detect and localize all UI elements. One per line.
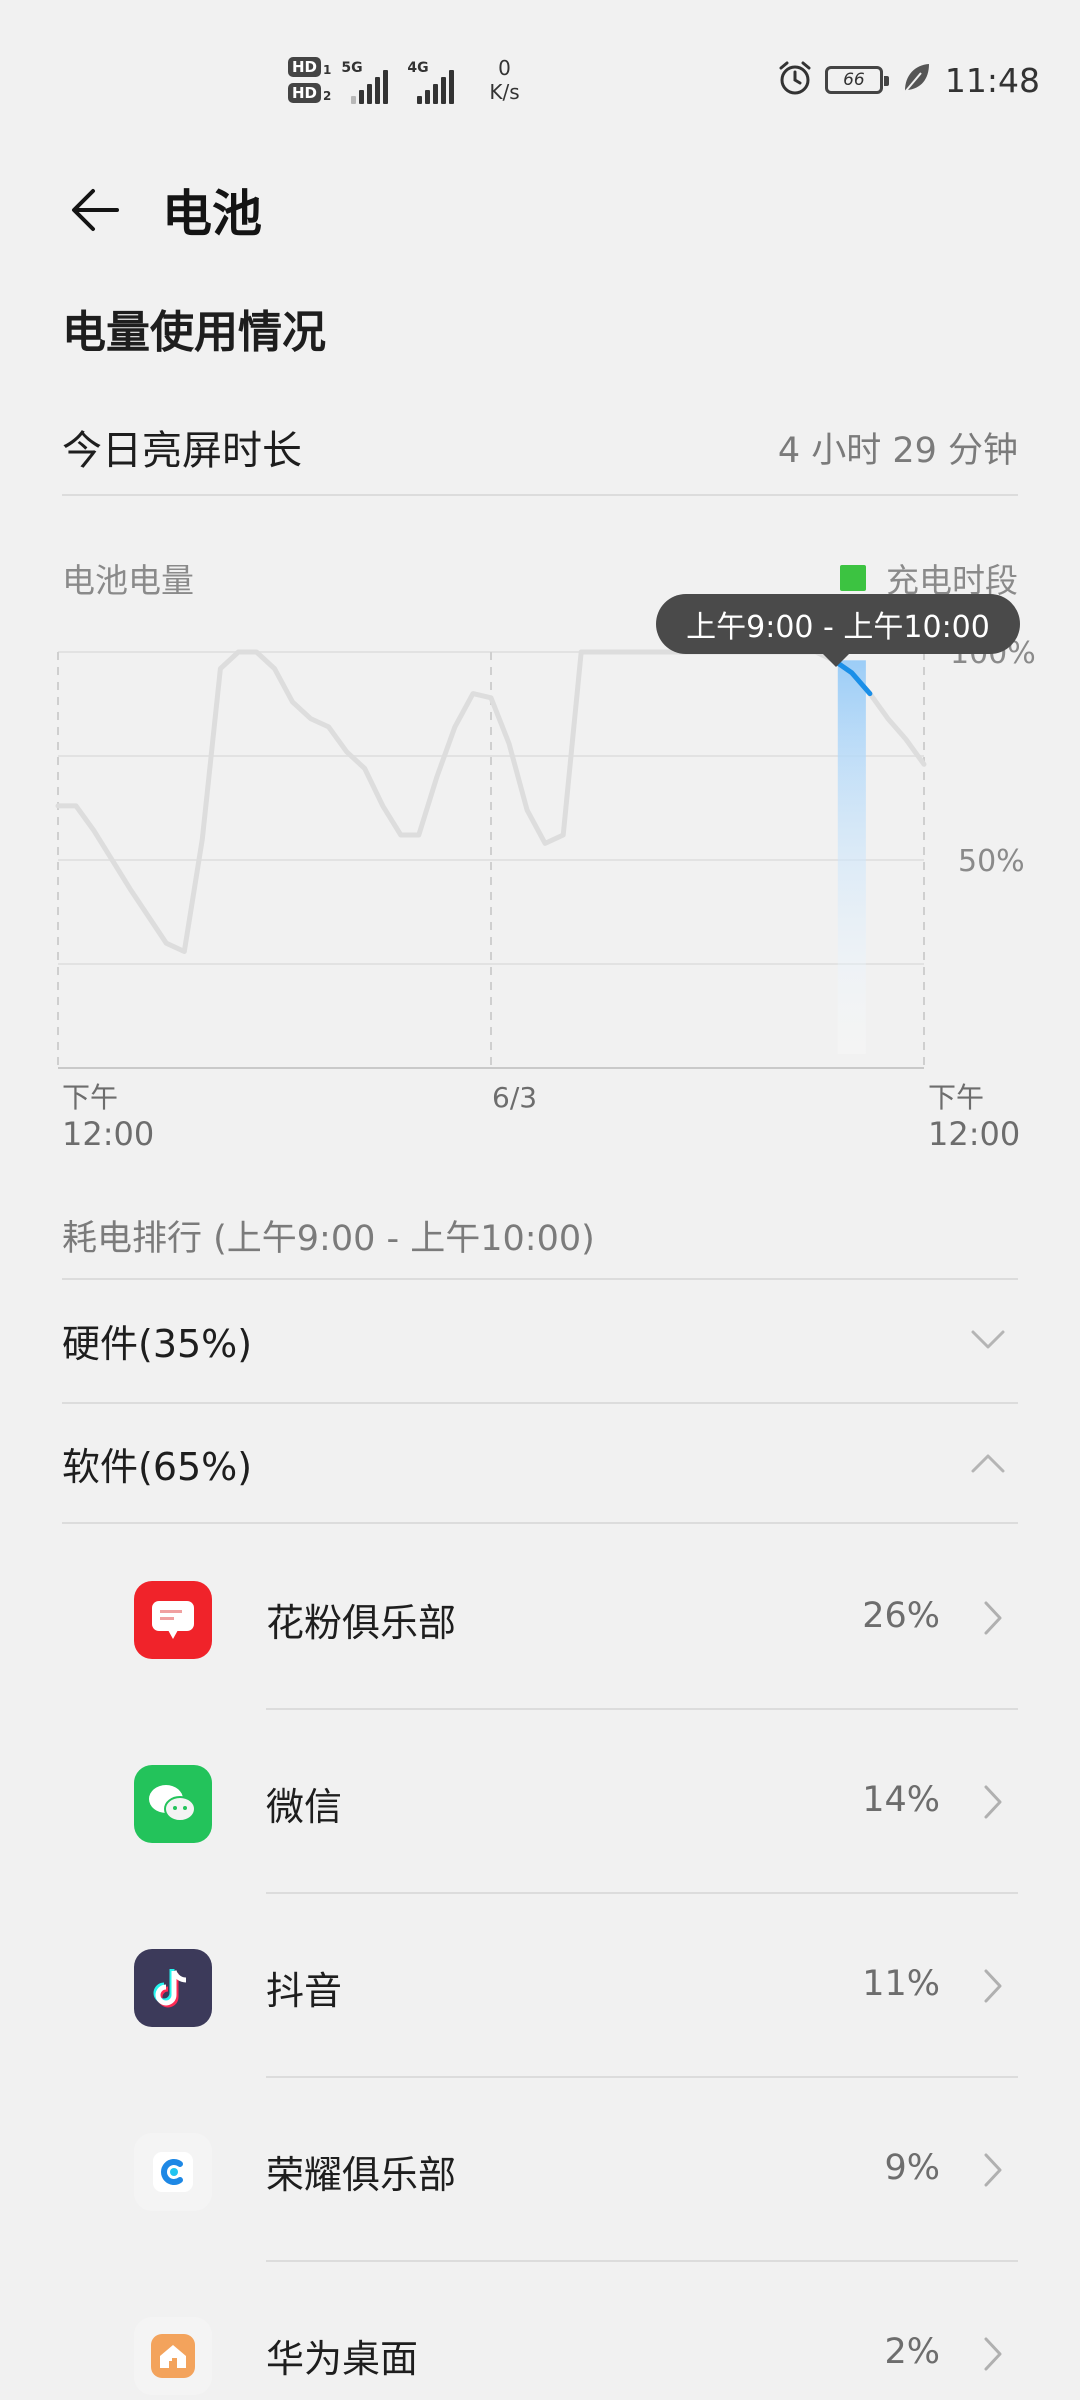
chevron-right-icon (984, 1785, 1002, 1819)
chart-tooltip: 上午9:00 - 上午10:00 (656, 594, 1020, 667)
huafen-club-icon (134, 1581, 212, 1659)
ranking-title: 耗电排行 (上午9:00 - 上午10:00) (62, 1219, 595, 1259)
status-bar: HD 1 HD 2 5G 4G 0 K/s 66 11:48 (0, 0, 1080, 140)
header: 电池 (0, 150, 1080, 270)
signal-5g-icon: 5G (341, 56, 397, 104)
leaf-icon (901, 61, 931, 99)
hardware-group[interactable]: 硬件(35%) (62, 1278, 1018, 1400)
app-row-wechat[interactable]: 微信 14% (0, 1710, 1080, 1894)
app-name: 华为桌面 (266, 2337, 419, 2381)
honor-club-icon (134, 2133, 212, 2211)
app-row-douyin[interactable]: 抖音 11% (0, 1894, 1080, 2078)
app-percent: 9% (884, 2148, 940, 2188)
app-percent: 26% (862, 1596, 940, 1636)
chevron-right-icon (984, 1601, 1002, 1635)
back-button[interactable] (50, 165, 140, 255)
software-group[interactable]: 软件(65%) (62, 1402, 1018, 1524)
app-row-huawei-home[interactable]: 华为桌面 2% (0, 2262, 1080, 2400)
app-name: 微信 (266, 1785, 343, 1829)
x-tick-start: 下午 12:00 (62, 1081, 155, 1153)
huawei-home-icon (134, 2317, 212, 2395)
battery-chart-svg (55, 649, 927, 1069)
y-tick-50: 50% (958, 844, 1025, 879)
screen-time-label: 今日亮屏时长 (62, 428, 302, 474)
douyin-icon (134, 1949, 212, 2027)
screen-time-value: 4 小时 29 分钟 (777, 430, 1018, 471)
software-label: 软件(65%) (62, 1444, 253, 1489)
arrow-left-icon (72, 189, 119, 231)
app-name: 抖音 (266, 1969, 343, 2013)
app-row-honor-club[interactable]: 荣耀俱乐部 9% (0, 2078, 1080, 2262)
app-percent: 11% (862, 1964, 940, 2004)
clock: 11:48 (944, 60, 1040, 100)
selected-column (837, 660, 866, 1054)
app-percent: 2% (884, 2332, 940, 2372)
legend-swatch (840, 565, 866, 591)
hd1-indicator: HD 1 (288, 57, 331, 77)
app-percent: 14% (862, 1780, 940, 1820)
network-speed: 0 K/s (489, 56, 520, 104)
chevron-up-icon (968, 1443, 1008, 1483)
chevron-down-icon (968, 1320, 1008, 1360)
screen-time-row: 今日亮屏时长 4 小时 29 分钟 (62, 400, 1018, 496)
hd2-indicator: HD 2 (288, 83, 331, 103)
battery-icon: 66 (824, 66, 889, 94)
app-row-huafen-club[interactable]: 花粉俱乐部 26% (0, 1526, 1080, 1710)
battery-level-line (55, 649, 927, 954)
x-tick-end: 下午 12:00 (928, 1081, 1021, 1153)
wechat-icon (134, 1765, 212, 1843)
page-title: 电池 (162, 185, 262, 243)
app-name: 花粉俱乐部 (266, 1601, 457, 1645)
chart-label: 电池电量 (62, 561, 194, 600)
x-tick-mid: 6/3 (492, 1081, 538, 1114)
signal-4g-icon: 4G (407, 56, 463, 104)
alarm-icon (775, 58, 815, 102)
battery-chart[interactable] (0, 600, 1080, 1160)
hardware-label: 硬件(35%) (62, 1321, 253, 1366)
section-title: 电量使用情况 (62, 307, 326, 358)
chevron-right-icon (984, 1969, 1002, 2003)
chevron-right-icon (984, 2337, 1002, 2371)
app-name: 荣耀俱乐部 (266, 2153, 457, 2197)
chevron-right-icon (984, 2153, 1002, 2187)
